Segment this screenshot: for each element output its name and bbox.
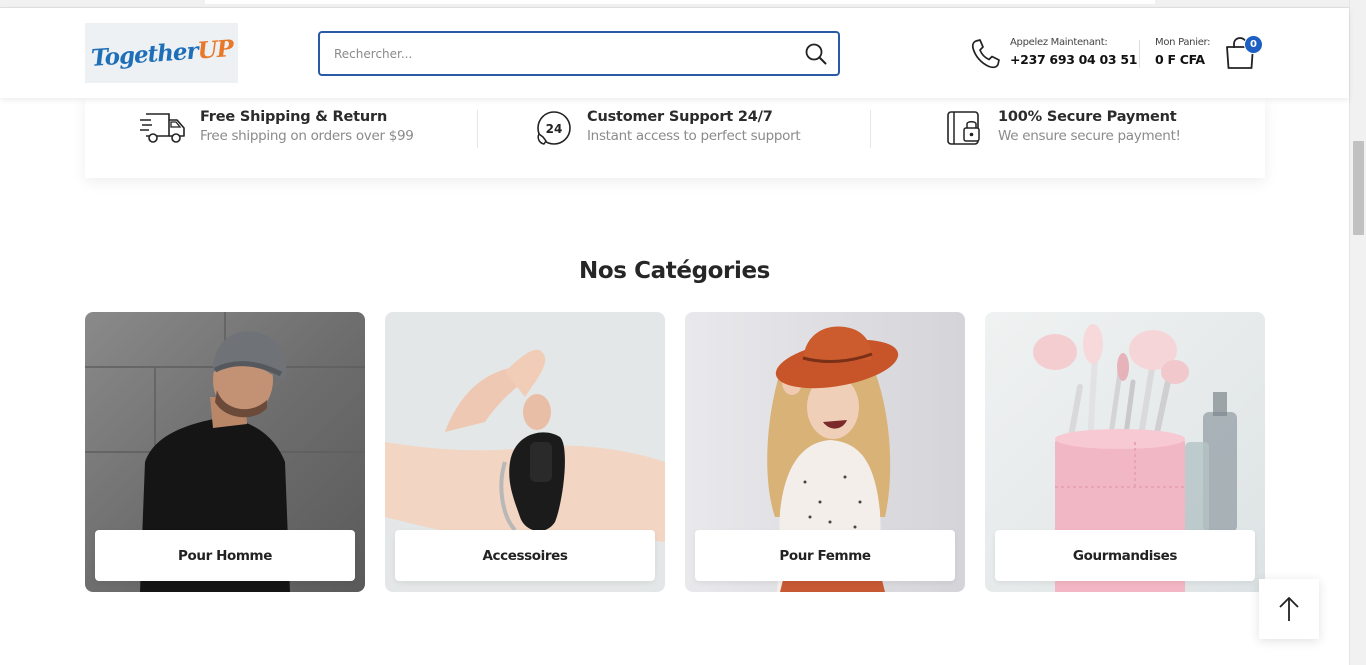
- support-24-icon: 24: [537, 111, 571, 145]
- search-input[interactable]: [334, 43, 774, 65]
- site-header: TogetherUP Appelez Maintenant: +237 693 …: [0, 8, 1349, 98]
- category-card-pour-homme[interactable]: Pour Homme: [85, 312, 365, 592]
- page: TogetherUP Appelez Maintenant: +237 693 …: [0, 0, 1366, 665]
- phone-icon: [969, 37, 1001, 71]
- secure-wallet-icon: [947, 111, 980, 145]
- feature-title: Free Shipping & Return: [200, 109, 388, 125]
- call-number[interactable]: +237 693 04 03 51: [1010, 52, 1137, 67]
- feature-support: 24 Customer Support 24/7 Instant access …: [533, 108, 873, 150]
- top-strip: [0, 0, 1349, 8]
- features-bar: Free Shipping & Return Free shipping on …: [85, 98, 1265, 178]
- back-to-top-button[interactable]: [1259, 579, 1319, 639]
- category-card-gourmandises[interactable]: Gourmandises: [985, 312, 1265, 592]
- category-card-accessoires[interactable]: Accessoires: [385, 312, 665, 592]
- feature-subtitle: We ensure secure payment!: [998, 128, 1181, 144]
- scrollbar-thumb[interactable]: [1353, 141, 1364, 235]
- search-bar: [318, 31, 840, 76]
- svg-text:24: 24: [546, 122, 563, 136]
- feature-title: 100% Secure Payment: [998, 109, 1177, 125]
- cart-label: Mon Panier:: [1155, 37, 1211, 48]
- header-divider: [1139, 40, 1140, 68]
- feature-divider: [477, 110, 478, 148]
- arrow-up-icon: [1279, 597, 1299, 621]
- category-label: Gourmandises: [995, 530, 1255, 581]
- feature-payment: 100% Secure Payment We ensure secure pay…: [945, 108, 1245, 150]
- cart-total: 0 F CFA: [1155, 52, 1205, 67]
- feature-title: Customer Support 24/7: [587, 109, 773, 125]
- category-label: Pour Femme: [695, 530, 955, 581]
- call-label: Appelez Maintenant:: [1010, 37, 1108, 48]
- feature-shipping: Free Shipping & Return Free shipping on …: [138, 108, 488, 150]
- categories-title: Nos Catégories: [579, 258, 770, 284]
- site-logo[interactable]: TogetherUP: [85, 23, 238, 83]
- cart-count-badge: 0: [1244, 35, 1263, 54]
- category-label: Pour Homme: [95, 530, 355, 581]
- feature-subtitle: Free shipping on orders over $99: [200, 128, 414, 144]
- logo-text: TogetherUP: [89, 34, 234, 72]
- category-card-pour-femme[interactable]: Pour Femme: [685, 312, 965, 592]
- search-icon[interactable]: [804, 42, 828, 66]
- feature-subtitle: Instant access to perfect support: [587, 128, 801, 144]
- category-label: Accessoires: [395, 530, 655, 581]
- feature-divider: [870, 110, 871, 148]
- truck-icon: [140, 113, 185, 143]
- page-scrollbar[interactable]: [1349, 0, 1366, 665]
